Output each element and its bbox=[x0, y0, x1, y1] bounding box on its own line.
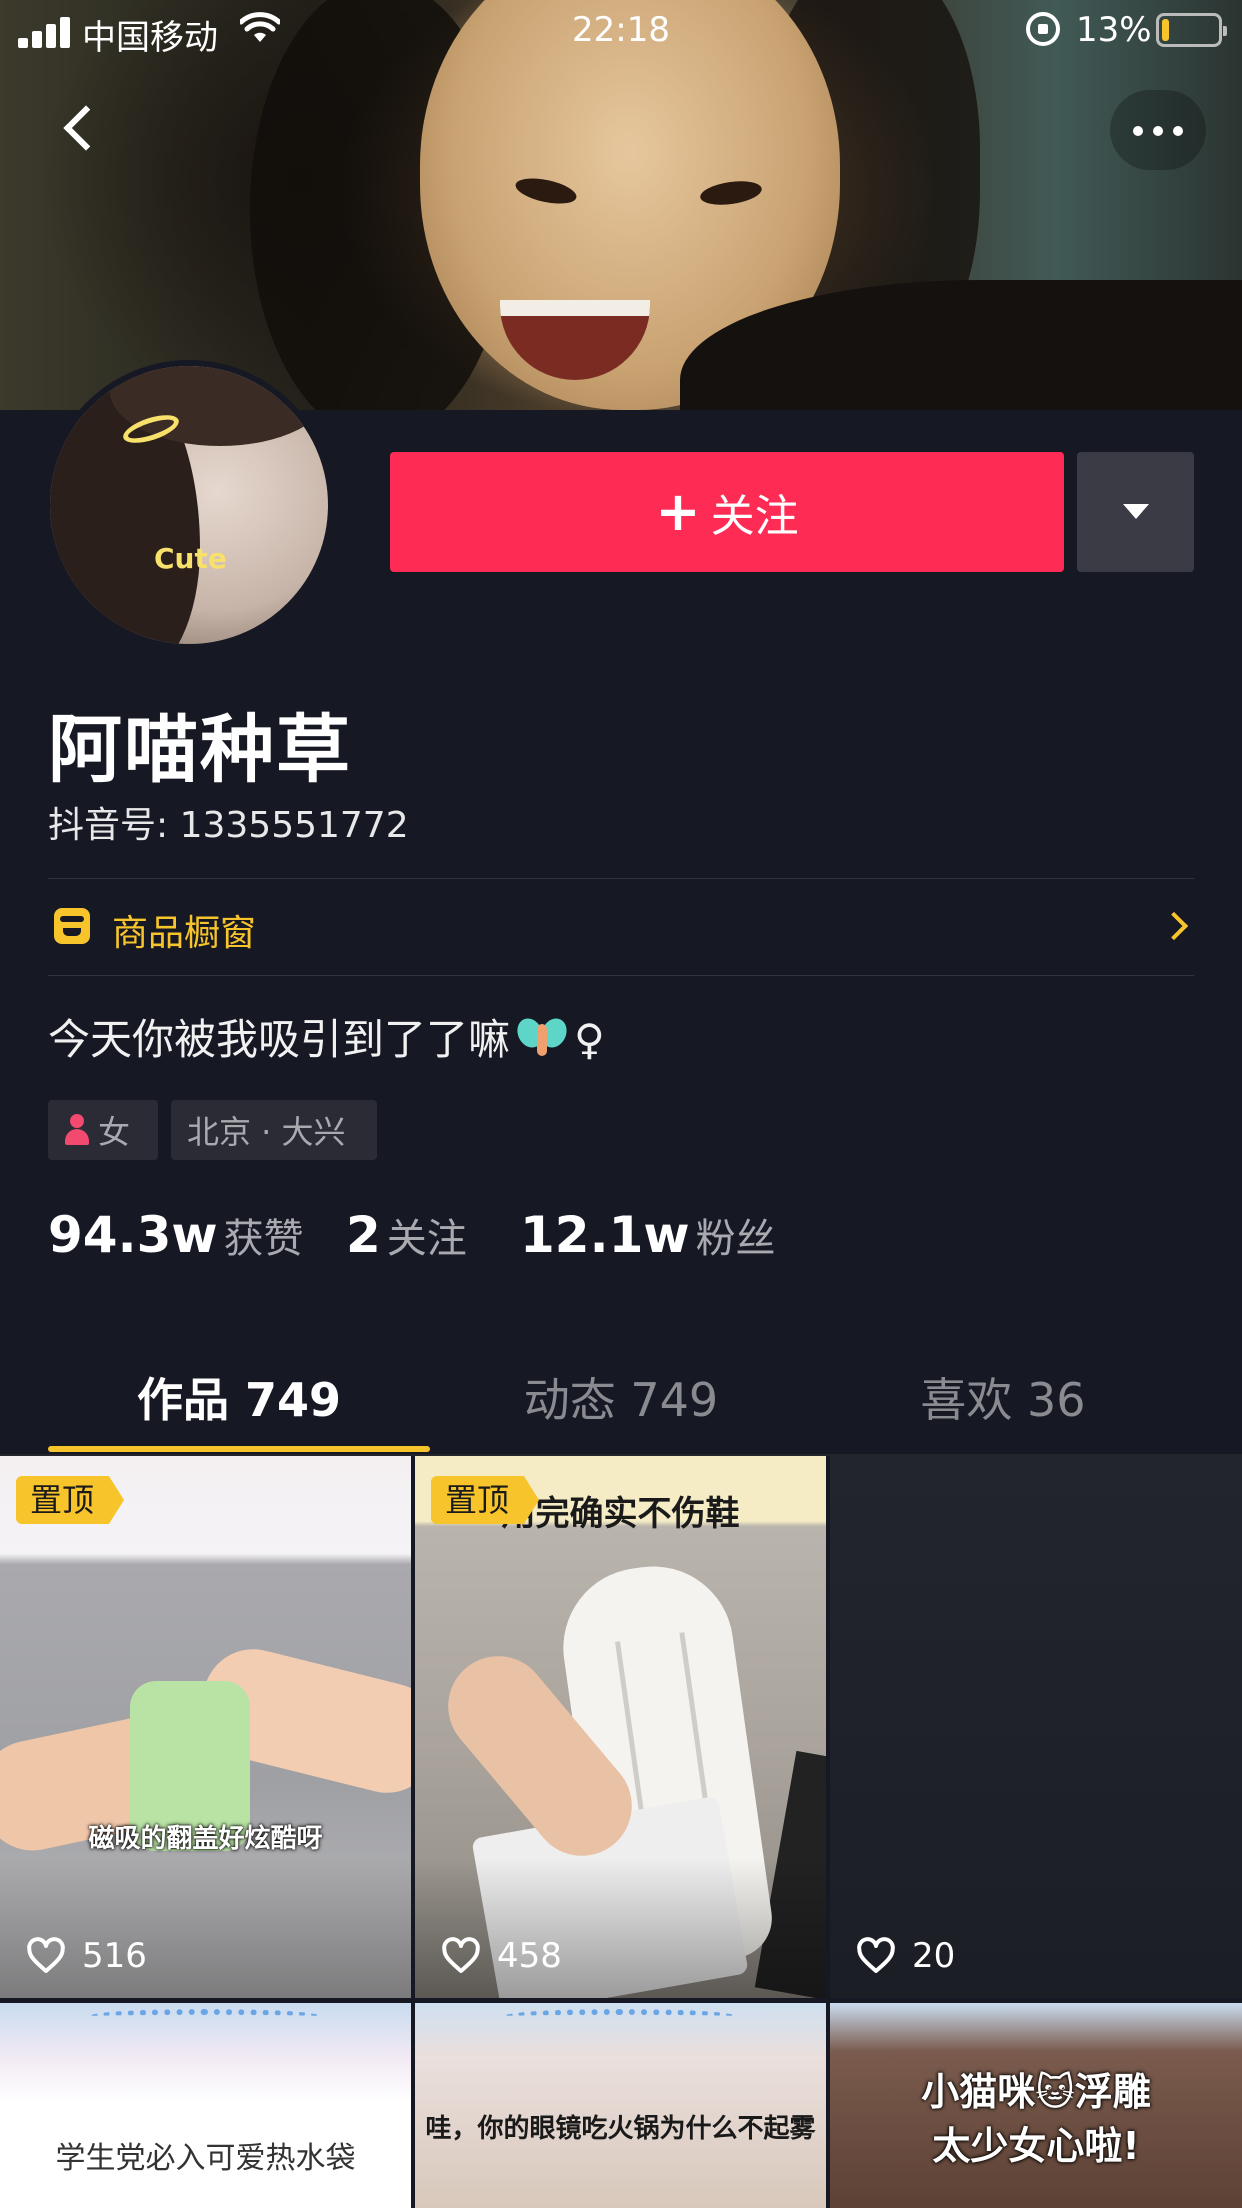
video-thumbnail[interactable]: 磁吸的翻盖好炫酷呀 置顶 516 bbox=[0, 1456, 411, 1998]
video-thumbnail[interactable]: 用完确实不伤鞋 置顶 458 bbox=[415, 1456, 826, 1998]
video-grid: 磁吸的翻盖好炫酷呀 置顶 516 用完确实不伤鞋 置顶 458 20 学生党必入… bbox=[0, 1456, 1242, 2208]
video-thumbnail[interactable]: 哇，你的眼镜吃火锅为什么不起雾 bbox=[415, 2003, 826, 2208]
tab-likes[interactable]: 喜欢 36 bbox=[796, 1364, 1210, 1430]
tab-works[interactable]: 作品 749 bbox=[32, 1364, 446, 1430]
heart-icon bbox=[857, 1937, 895, 1973]
content-tabs: 作品 749 动态 749 喜欢 36 bbox=[0, 1340, 1242, 1456]
nickname: 阿喵种草 bbox=[48, 707, 352, 793]
video-likes: 458 bbox=[441, 1936, 562, 1976]
cover-photo bbox=[0, 0, 1242, 410]
battery-icon bbox=[1156, 13, 1227, 47]
plus-icon: + bbox=[655, 480, 701, 543]
gender-label: 女 bbox=[98, 1113, 131, 1151]
followers-stat[interactable]: 12.1w 粉丝 bbox=[520, 1206, 776, 1264]
divider bbox=[48, 975, 1194, 976]
bio: 今天你被我吸引到了了嘛 ♀ bbox=[48, 1006, 605, 1067]
tab-active-indicator bbox=[48, 1446, 430, 1452]
video-thumbnail[interactable]: 学生党必入可爱热水袋 bbox=[0, 2003, 411, 2208]
video-like-count: 516 bbox=[82, 1936, 147, 1976]
video-caption: 哇，你的眼镜吃火锅为什么不起雾 bbox=[425, 2114, 816, 2144]
chevron-right-icon bbox=[1159, 911, 1189, 941]
location-tag: 北京 · 大兴 bbox=[171, 1100, 377, 1160]
likes-label: 获赞 bbox=[223, 1216, 304, 1262]
video-caption: 磁吸的翻盖好炫酷呀 bbox=[88, 1824, 323, 1854]
follow-label: 关注 bbox=[710, 491, 799, 542]
divider bbox=[48, 878, 1194, 879]
shop-window-label: 商品橱窗 bbox=[112, 913, 257, 954]
following-stat[interactable]: 2 关注 bbox=[346, 1206, 467, 1264]
avatar[interactable]: Cute bbox=[44, 360, 334, 650]
more-button[interactable] bbox=[1110, 90, 1206, 170]
pinned-badge: 置顶 bbox=[431, 1476, 540, 1524]
back-button[interactable] bbox=[40, 90, 120, 170]
shop-icon bbox=[54, 908, 90, 944]
followers-label: 粉丝 bbox=[695, 1216, 776, 1262]
douyin-id: 抖音号: 1335551772 bbox=[48, 805, 409, 846]
video-like-count: 20 bbox=[912, 1936, 956, 1976]
followers-count: 12.1w bbox=[520, 1206, 690, 1264]
heart-icon bbox=[442, 1937, 480, 1973]
location-label: 北京 · 大兴 bbox=[187, 1113, 346, 1151]
video-like-count: 458 bbox=[497, 1936, 562, 1976]
avatar-sticker-text: Cute bbox=[154, 542, 227, 575]
bio-female-symbol: ♀ bbox=[574, 1015, 605, 1064]
video-thumbnail[interactable]: 20 bbox=[830, 1456, 1242, 1998]
profile-page: 中国移动 22:18 13% Cute + 关注 阿喵种草 抖音号: 13355… bbox=[0, 0, 1242, 2208]
tab-moments[interactable]: 动态 749 bbox=[414, 1364, 828, 1430]
following-label: 关注 bbox=[386, 1216, 467, 1262]
follow-dropdown-button[interactable] bbox=[1077, 452, 1194, 572]
video-caption: 学生党必入可爱热水袋 bbox=[55, 2141, 356, 2176]
following-count: 2 bbox=[346, 1206, 381, 1264]
heart-icon bbox=[27, 1937, 65, 1973]
video-likes: 20 bbox=[856, 1936, 955, 1976]
fairy-icon bbox=[512, 1014, 572, 1060]
video-caption: 小猫咪🐱浮雕 bbox=[921, 2070, 1151, 2114]
follow-button[interactable]: + 关注 bbox=[390, 452, 1064, 572]
battery-percentage: 13% bbox=[1076, 10, 1152, 50]
bio-text: 今天你被我吸引到了了嘛 bbox=[48, 1015, 511, 1064]
pinned-badge: 置顶 bbox=[16, 1476, 125, 1524]
battery-level bbox=[1162, 19, 1169, 41]
female-icon bbox=[64, 1114, 90, 1146]
video-thumbnail[interactable]: 小猫咪🐱浮雕 太少女心啦! bbox=[830, 2003, 1242, 2208]
likes-count: 94.3w bbox=[48, 1206, 218, 1264]
status-bar: 中国移动 22:18 13% bbox=[0, 0, 1242, 60]
rotation-lock-icon bbox=[1026, 12, 1060, 46]
likes-stat: 94.3w 获赞 bbox=[48, 1206, 304, 1264]
shop-window-row[interactable]: 商品橱窗 bbox=[48, 880, 1194, 976]
video-likes: 516 bbox=[26, 1936, 147, 1976]
video-caption: 太少女心啦! bbox=[932, 2124, 1140, 2168]
gender-tag: 女 bbox=[48, 1100, 158, 1160]
